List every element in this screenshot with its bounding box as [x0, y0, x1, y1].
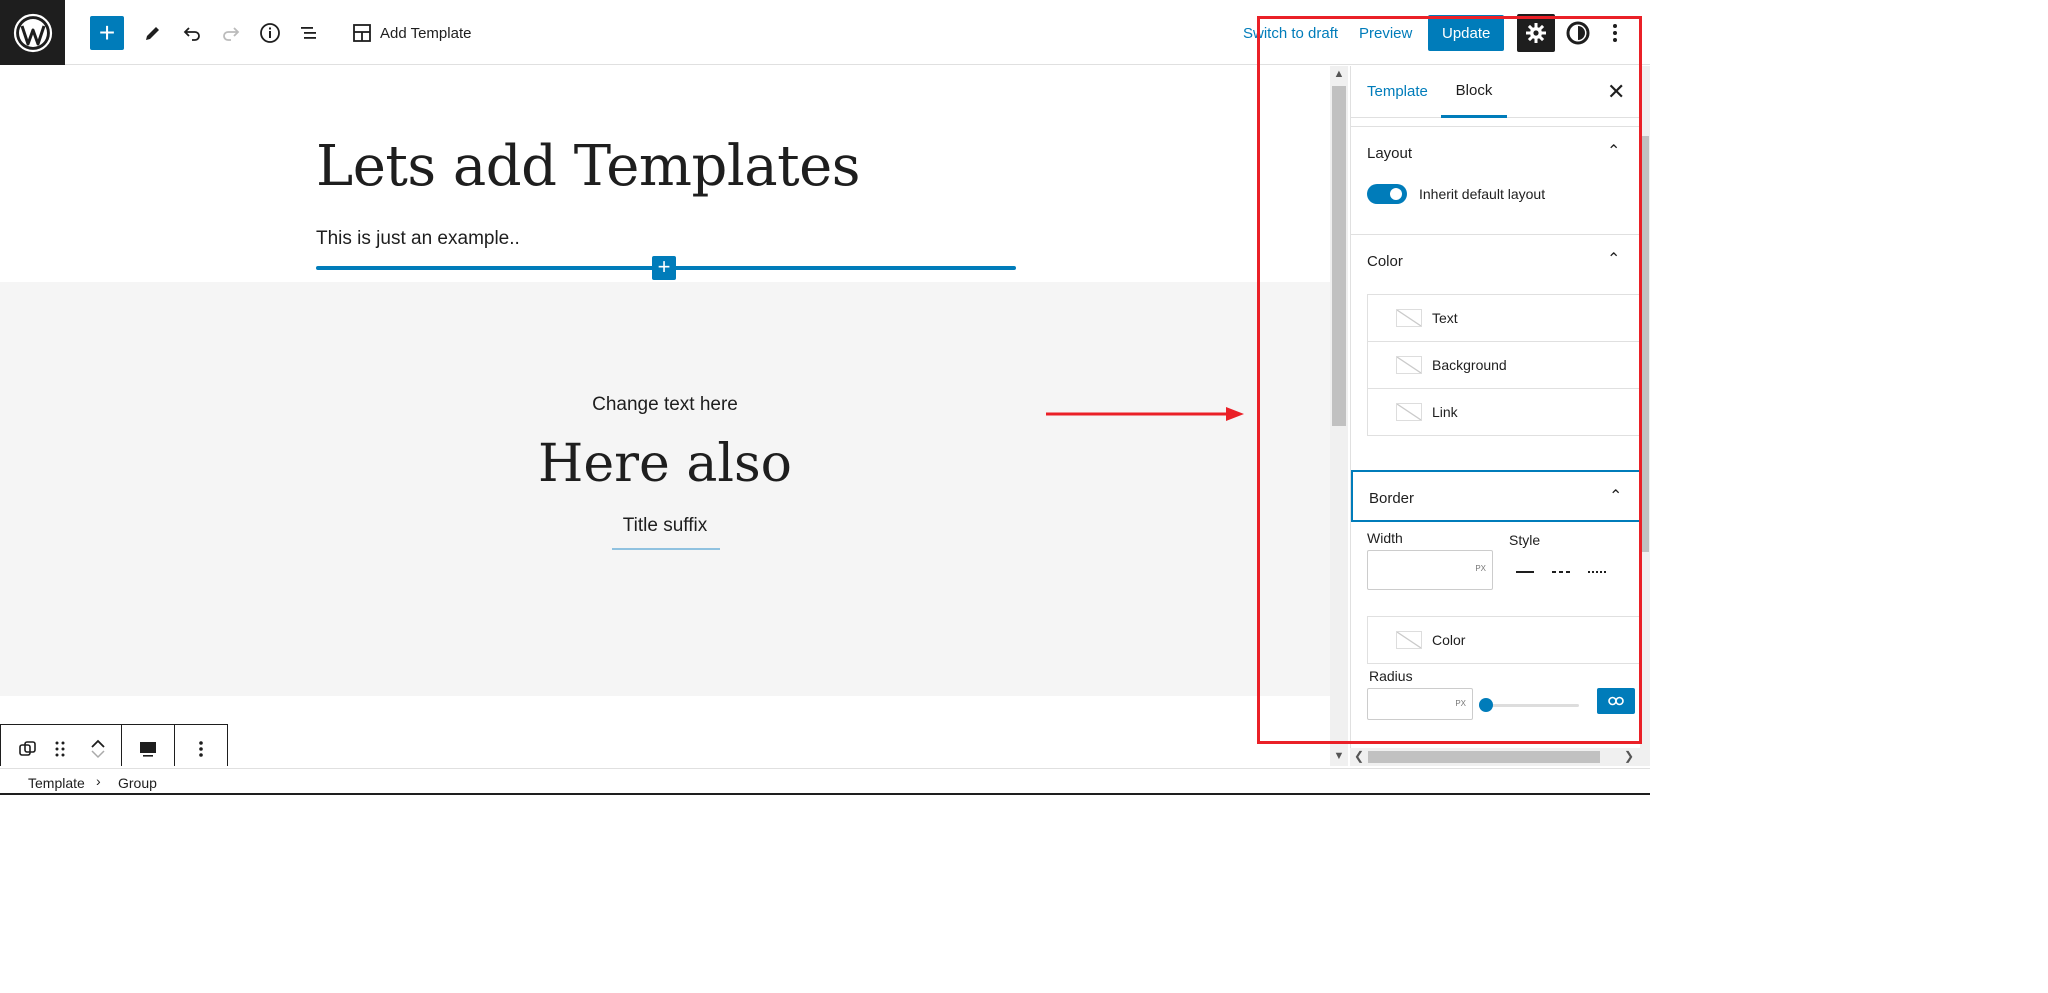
color-item-label: Background	[1432, 357, 1507, 373]
inherit-layout-toggle[interactable]	[1367, 184, 1407, 204]
page-title[interactable]: Lets add Templates	[316, 134, 861, 199]
annotation-arrow-icon	[1046, 407, 1244, 421]
chevron-right-icon: ›	[96, 773, 101, 789]
border-radius-label: Radius	[1369, 668, 1413, 684]
sidebar-tabs: Template Block ✕	[1351, 66, 1640, 118]
border-panel-title: Border	[1369, 490, 1415, 507]
color-item-label: Text	[1432, 310, 1458, 326]
add-template-label: Add Template	[380, 24, 472, 42]
settings-sidebar: Template Block ✕ Layout ⌃ Inherit defaul…	[1350, 66, 1640, 766]
info-icon[interactable]	[253, 16, 287, 50]
link-radius-sides-icon[interactable]	[1597, 688, 1635, 714]
settings-gear-icon[interactable]	[1517, 14, 1555, 52]
block-options-icon[interactable]	[175, 725, 227, 766]
breadcrumb-item-template[interactable]: Template	[28, 775, 85, 791]
layout-panel-title: Layout	[1367, 145, 1413, 162]
undo-icon[interactable]	[175, 16, 209, 50]
tab-block[interactable]: Block	[1441, 66, 1507, 118]
color-swatch-icon	[1396, 309, 1422, 327]
sidebar-scrollbar-thumb[interactable]	[1641, 136, 1649, 552]
redo-icon[interactable]	[214, 16, 248, 50]
canvas-scrollbar-thumb[interactable]	[1332, 86, 1346, 426]
styles-half-circle-icon[interactable]	[1561, 16, 1595, 50]
close-icon[interactable]: ✕	[1607, 79, 1625, 105]
move-up-down-arrows[interactable]	[75, 725, 121, 766]
site-editor: + Add Template Switch to draft Preview U…	[0, 0, 1650, 795]
color-swatch-icon	[1396, 403, 1422, 421]
more-options-icon[interactable]	[1598, 16, 1632, 50]
border-solid-icon[interactable]	[1513, 562, 1537, 582]
drag-handle-icon[interactable]	[45, 725, 75, 766]
wordpress-logo-icon[interactable]	[0, 0, 65, 65]
scroll-left-icon[interactable]: ❮	[1354, 749, 1364, 763]
chevron-up-icon[interactable]: ⌃	[1609, 486, 1622, 506]
block-toolbar	[0, 724, 228, 766]
border-panel-header[interactable]: Border ⌃	[1351, 470, 1640, 522]
color-swatch-icon	[1396, 356, 1422, 374]
color-item-background[interactable]: Background	[1367, 341, 1640, 389]
border-color-item[interactable]: Color	[1367, 616, 1640, 664]
border-radius-input[interactable]: PX	[1367, 688, 1473, 720]
border-width-input[interactable]: PX	[1367, 550, 1493, 590]
breadcrumb: Template › Group	[0, 768, 1650, 795]
update-button[interactable]: Update	[1428, 15, 1505, 51]
border-dotted-icon[interactable]	[1585, 562, 1609, 582]
color-item-text[interactable]: Text	[1367, 294, 1640, 342]
list-view-icon[interactable]	[292, 16, 326, 50]
border-color-label: Color	[1432, 632, 1466, 648]
title-suffix-underline	[612, 548, 720, 550]
group-block[interactable]: Change text here Here also Title suffix	[0, 282, 1330, 696]
tab-template[interactable]: Template	[1367, 66, 1428, 118]
chevron-down-icon[interactable]	[90, 749, 106, 759]
scroll-right-icon[interactable]: ❯	[1624, 749, 1634, 763]
group-heading[interactable]: Here also	[0, 434, 1330, 494]
radius-slider-handle[interactable]	[1479, 698, 1493, 712]
canvas-scrollbar[interactable]: ▲ ▼	[1330, 66, 1348, 766]
border-width-label: Width	[1367, 530, 1403, 546]
top-toolbar: + Add Template Switch to draft Preview U…	[0, 0, 1650, 65]
title-suffix-text[interactable]: Title suffix	[0, 515, 1330, 537]
border-radius-unit: PX	[1455, 699, 1466, 708]
toggle-knob	[1390, 188, 1402, 200]
color-panel-title: Color	[1367, 253, 1403, 270]
radius-slider-track[interactable]	[1479, 704, 1579, 707]
color-panel-header[interactable]: Color ⌃	[1351, 234, 1640, 286]
layout-panel-header[interactable]: Layout ⌃	[1351, 126, 1640, 178]
alignment-icon[interactable]	[122, 725, 174, 766]
chevron-up-icon[interactable]: ⌃	[1607, 141, 1620, 161]
breadcrumb-item-group[interactable]: Group	[118, 775, 157, 791]
border-style-label: Style	[1509, 532, 1541, 548]
preview-button[interactable]: Preview	[1359, 16, 1412, 50]
pencil-icon[interactable]	[136, 16, 170, 50]
chevron-up-icon[interactable]	[90, 739, 106, 749]
transform-block-icon[interactable]	[11, 725, 45, 766]
layout-grid-icon	[353, 24, 371, 42]
border-dashed-icon[interactable]	[1549, 562, 1573, 582]
color-item-label: Link	[1432, 404, 1458, 420]
inherit-layout-label: Inherit default layout	[1419, 186, 1546, 202]
add-template-button[interactable]: Add Template	[352, 16, 471, 50]
color-swatch-icon	[1396, 631, 1422, 649]
scroll-up-icon[interactable]: ▲	[1330, 68, 1348, 80]
border-width-unit: PX	[1475, 564, 1486, 573]
chevron-up-icon[interactable]: ⌃	[1607, 249, 1620, 269]
horizontal-scrollbar-thumb[interactable]	[1368, 751, 1600, 763]
color-item-link[interactable]: Link	[1367, 388, 1640, 436]
scroll-down-icon[interactable]: ▼	[1330, 750, 1348, 762]
add-block-button[interactable]: +	[90, 16, 124, 50]
sidebar-horizontal-scrollbar[interactable]: ❮ ❯	[1350, 748, 1640, 766]
sidebar-scrollbar[interactable]	[1640, 66, 1650, 766]
paragraph-block[interactable]: This is just an example..	[316, 228, 520, 250]
switch-to-draft-button[interactable]: Switch to draft	[1243, 16, 1338, 50]
inline-inserter-button[interactable]: +	[652, 256, 676, 280]
